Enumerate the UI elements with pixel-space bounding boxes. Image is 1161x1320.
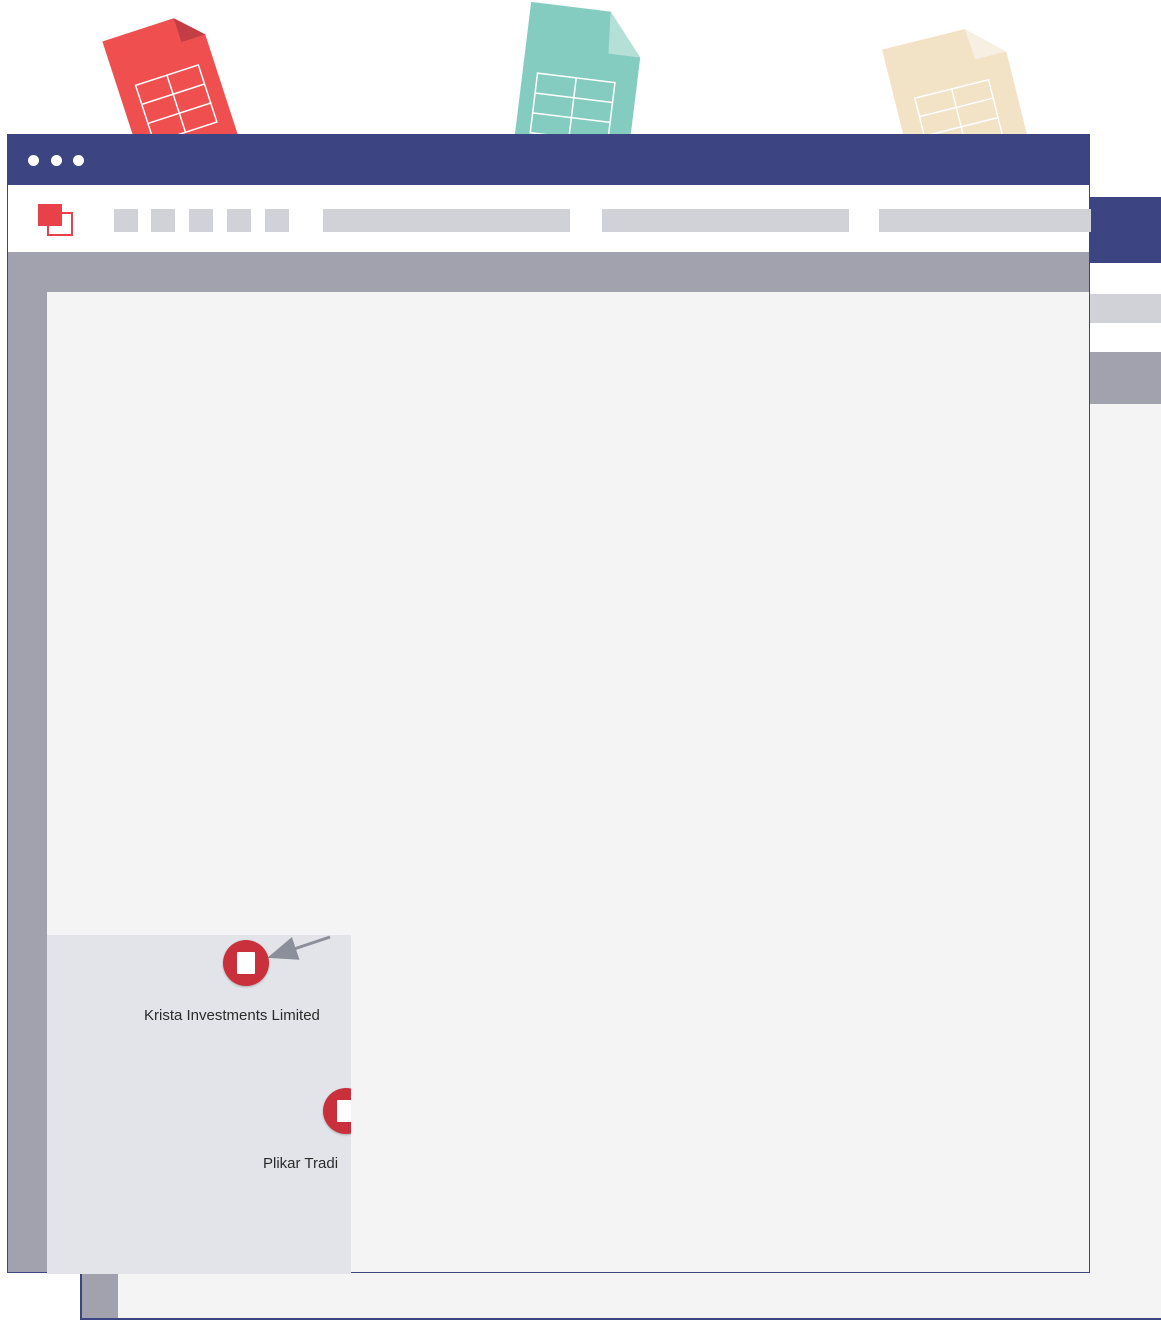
ribbon-bar (8, 252, 1089, 292)
toolbar (8, 185, 1091, 252)
building-icon (223, 940, 269, 986)
building-icon (323, 1088, 351, 1134)
graph-panel[interactable]: Krista Investments Limited Plikar Tradi (47, 935, 351, 1274)
toolbar-button-placeholder[interactable] (114, 209, 138, 232)
main-canvas: Krista Investments Limited Plikar Tradi (47, 292, 1089, 1274)
toolbar-field-placeholder[interactable] (323, 209, 570, 232)
toolbar-button-placeholder[interactable] (265, 209, 289, 232)
window-dot-icon[interactable] (73, 155, 84, 166)
toolbar-button-placeholder[interactable] (227, 209, 251, 232)
window-dot-icon[interactable] (51, 155, 62, 166)
spreadsheet-beige-icon (872, 0, 1062, 140)
graph-node[interactable]: Krista Investments Limited (47, 935, 351, 1035)
app-logo-icon (37, 203, 77, 239)
toolbar-button-placeholder[interactable] (189, 209, 213, 232)
left-sidebar (8, 292, 47, 1272)
toolbar-field-placeholder[interactable] (879, 209, 1091, 232)
spreadsheet-teal-icon (492, 0, 662, 140)
toolbar-button-placeholder[interactable] (151, 209, 175, 232)
window-dot-icon[interactable] (28, 155, 39, 166)
graph-node[interactable]: Plikar Tradi (47, 1080, 351, 1180)
toolbar-field-placeholder[interactable] (602, 209, 849, 232)
window-title-bar (8, 135, 1089, 185)
app-window: Krista Investments Limited Plikar Tradi (7, 134, 1091, 1274)
spreadsheet-red-icon (88, 0, 268, 140)
node-label: Plikar Tradi (263, 1155, 339, 1172)
node-label: Krista Investments Limited (144, 1007, 320, 1024)
